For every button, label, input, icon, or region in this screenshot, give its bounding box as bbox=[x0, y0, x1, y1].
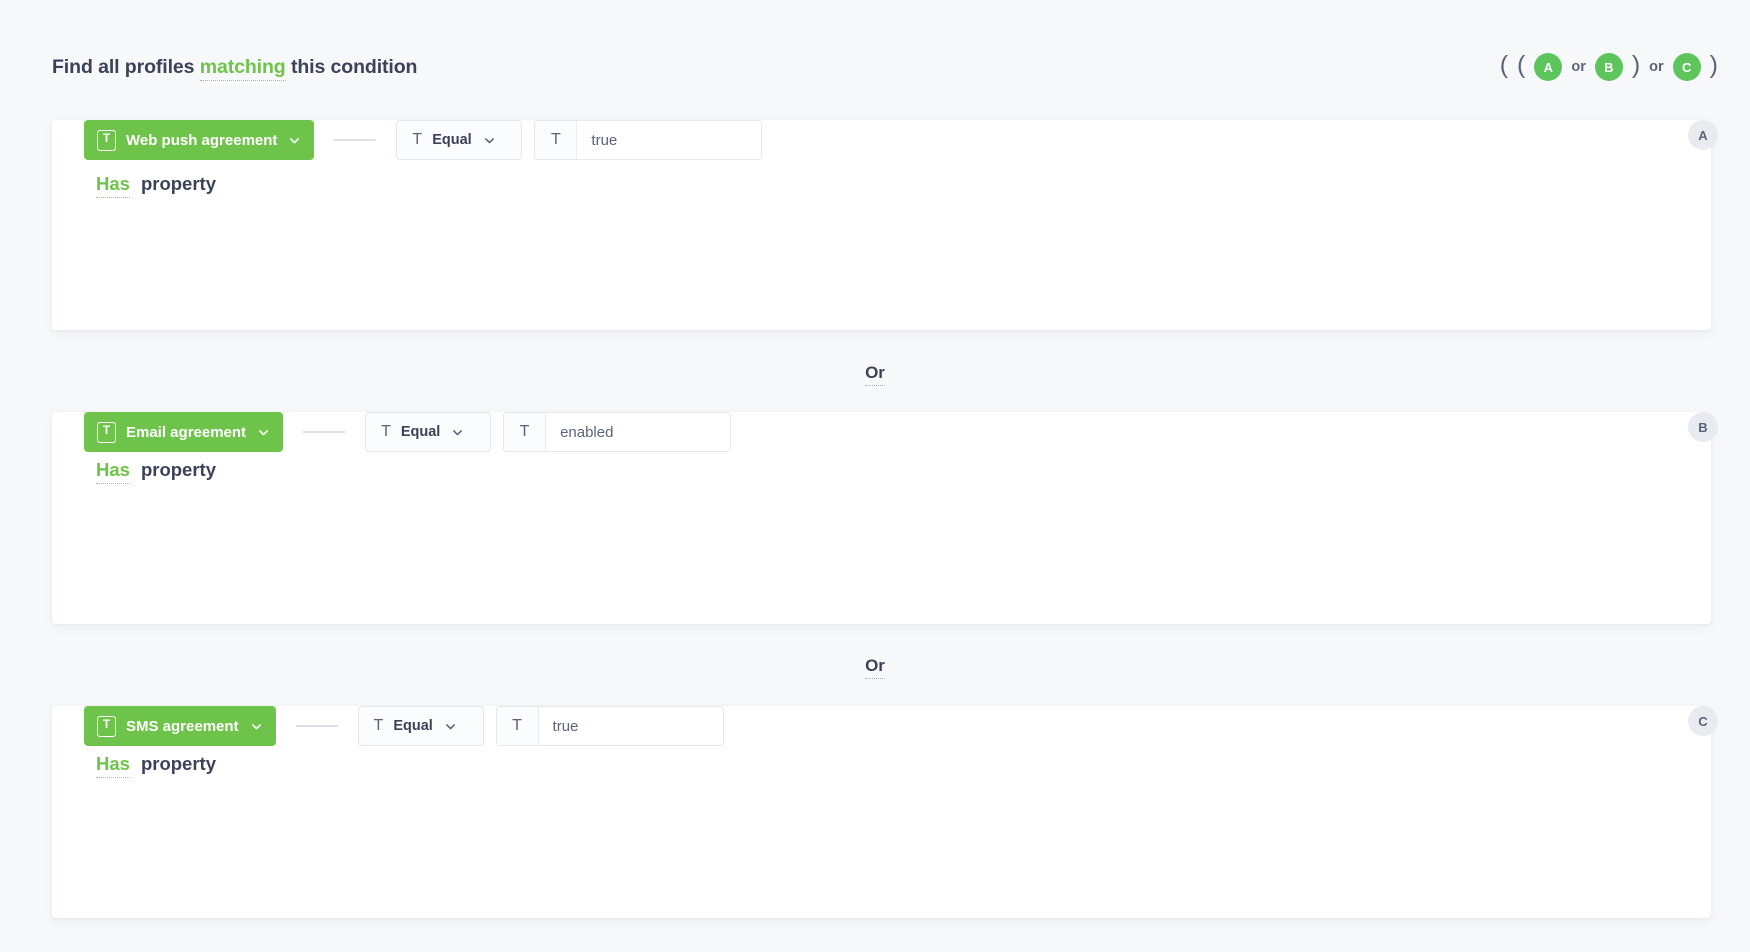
builder-header: Find all profiles matching this conditio… bbox=[52, 46, 1726, 88]
property-label-a: Web push agreement bbox=[126, 132, 277, 149]
condition-noun-a: property bbox=[141, 173, 216, 195]
operator-select-a[interactable]: T Equal bbox=[396, 120, 522, 160]
property-label-b: Email agreement bbox=[126, 424, 246, 441]
formula-close-paren-2: ) bbox=[1710, 53, 1718, 81]
operator-label-b: Equal bbox=[401, 424, 440, 440]
condition-verb-c[interactable]: Has bbox=[96, 753, 130, 778]
property-select-a[interactable]: T Web push agreement bbox=[84, 120, 314, 160]
formula-close-paren-1: ) bbox=[1632, 53, 1640, 81]
text-type-icon: T bbox=[535, 121, 577, 159]
condition-header-a: Has property bbox=[96, 173, 216, 198]
condition-row-a: T Web push agreement T Equal T bbox=[84, 120, 762, 160]
row-connector-a bbox=[334, 139, 376, 141]
text-type-icon: T bbox=[412, 132, 422, 148]
row-connector-b bbox=[303, 431, 345, 433]
operator-label-c: Equal bbox=[393, 718, 432, 734]
logic-separator-1: Or bbox=[0, 363, 1750, 383]
formula-chip-c[interactable]: C bbox=[1673, 53, 1701, 81]
text-type-icon: T bbox=[97, 422, 116, 443]
value-input-b[interactable] bbox=[546, 413, 730, 451]
property-select-b[interactable]: T Email agreement bbox=[84, 412, 283, 452]
value-input-c[interactable] bbox=[539, 707, 723, 745]
condition-row-c: T SMS agreement T Equal T bbox=[84, 706, 724, 746]
page-title-suffix: this condition bbox=[291, 56, 417, 78]
formula-chip-b[interactable]: B bbox=[1595, 53, 1623, 81]
page-title-prefix: Find all profiles bbox=[52, 56, 194, 78]
value-field-wrapper-b: T bbox=[503, 412, 731, 452]
value-field-wrapper-c: T bbox=[496, 706, 724, 746]
condition-badge-b: B bbox=[1688, 412, 1718, 442]
text-type-icon: T bbox=[97, 130, 116, 151]
chevron-down-icon bbox=[484, 135, 495, 146]
condition-header-c: Has property bbox=[96, 753, 216, 778]
operator-label-a: Equal bbox=[432, 132, 471, 148]
property-select-c[interactable]: T SMS agreement bbox=[84, 706, 276, 746]
text-type-icon: T bbox=[497, 707, 539, 745]
chevron-down-icon bbox=[258, 427, 269, 438]
logic-separator-1-label[interactable]: Or bbox=[865, 363, 885, 386]
value-input-a[interactable] bbox=[577, 121, 761, 159]
formula-open-paren-2: ( bbox=[1517, 53, 1525, 81]
chevron-down-icon bbox=[445, 721, 456, 732]
condition-formula: ( ( A or B ) or C ) bbox=[1500, 53, 1726, 81]
formula-operator-1[interactable]: or bbox=[1571, 59, 1586, 75]
formula-open-paren-1: ( bbox=[1500, 53, 1508, 81]
logic-separator-2-label[interactable]: Or bbox=[865, 656, 885, 679]
operator-select-c[interactable]: T Equal bbox=[358, 706, 484, 746]
condition-noun-c: property bbox=[141, 753, 216, 775]
chevron-down-icon bbox=[452, 427, 463, 438]
text-type-icon: T bbox=[381, 424, 391, 440]
segment-condition-builder: Find all profiles matching this conditio… bbox=[0, 0, 1750, 952]
condition-row-b: T Email agreement T Equal T bbox=[84, 412, 731, 452]
text-type-icon: T bbox=[97, 716, 116, 737]
condition-header-b: Has property bbox=[96, 459, 216, 484]
match-mode-toggle[interactable]: matching bbox=[200, 56, 286, 81]
formula-chip-a[interactable]: A bbox=[1534, 53, 1562, 81]
page-title: Find all profiles matching this conditio… bbox=[52, 56, 417, 79]
chevron-down-icon bbox=[289, 135, 300, 146]
text-type-icon: T bbox=[374, 718, 384, 734]
condition-noun-b: property bbox=[141, 459, 216, 481]
value-field-wrapper-a: T bbox=[534, 120, 762, 160]
condition-badge-a: A bbox=[1688, 120, 1718, 150]
property-label-c: SMS agreement bbox=[126, 718, 239, 735]
condition-badge-c: C bbox=[1688, 706, 1718, 736]
condition-verb-b[interactable]: Has bbox=[96, 459, 130, 484]
chevron-down-icon bbox=[251, 721, 262, 732]
logic-separator-2: Or bbox=[0, 656, 1750, 676]
row-connector-c bbox=[296, 725, 338, 727]
formula-operator-2[interactable]: or bbox=[1649, 59, 1664, 75]
text-type-icon: T bbox=[504, 413, 546, 451]
operator-select-b[interactable]: T Equal bbox=[365, 412, 491, 452]
condition-verb-a[interactable]: Has bbox=[96, 173, 130, 198]
